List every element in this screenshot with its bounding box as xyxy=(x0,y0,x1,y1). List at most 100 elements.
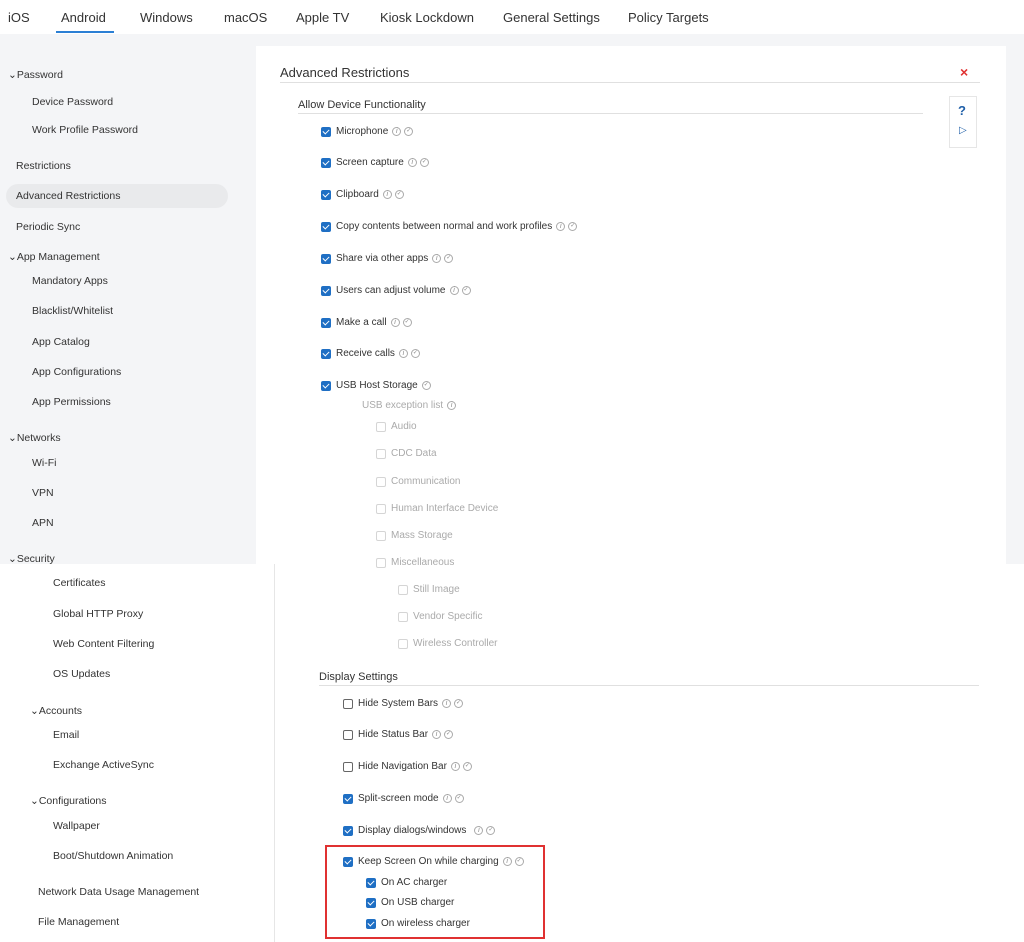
sidebar-item-app-permissions[interactable]: App Permissions xyxy=(32,396,111,408)
usb-option-hid[interactable]: Human Interface Device xyxy=(376,503,498,514)
option-usb-host-storage[interactable]: USB Host Storage ✓ xyxy=(321,380,431,391)
sidebar-item-work-profile-password[interactable]: Work Profile Password xyxy=(32,124,138,136)
option-receive-calls[interactable]: Receive calls i ✓ xyxy=(321,348,420,359)
checkbox-disabled[interactable] xyxy=(376,557,386,568)
sidebar-item-periodic-sync[interactable]: Periodic Sync xyxy=(16,221,80,233)
option-copy-contents[interactable]: Copy contents between normal and work pr… xyxy=(321,221,578,232)
option-hide-navigation-bar[interactable]: Hide Navigation Bar i ✓ xyxy=(343,761,472,772)
sidebar-item-exchange-activesync[interactable]: Exchange ActiveSync xyxy=(53,759,154,771)
sidebar-item-wifi[interactable]: Wi-Fi xyxy=(32,457,57,469)
sidebar-group-password[interactable]: ⌄Password xyxy=(8,69,63,81)
option-display-dialogs-windows[interactable]: Display dialogs/windows i ✓ xyxy=(343,825,496,836)
option-share-via-other-apps[interactable]: Share via other apps i ✓ xyxy=(321,253,454,264)
info-icon[interactable]: i xyxy=(450,762,460,771)
checkbox-checked[interactable] xyxy=(321,189,331,200)
info-icon[interactable]: i xyxy=(398,349,408,358)
info-icon[interactable]: i xyxy=(382,190,392,199)
info-icon[interactable]: i xyxy=(432,254,442,263)
checkbox-checked[interactable] xyxy=(321,380,331,391)
checkbox-checked[interactable] xyxy=(321,348,331,359)
option-make-a-call[interactable]: Make a call i ✓ xyxy=(321,317,412,328)
sidebar-item-global-http-proxy[interactable]: Global HTTP Proxy xyxy=(53,608,143,620)
info-icon[interactable]: i xyxy=(392,127,402,136)
checkbox-disabled[interactable] xyxy=(376,476,386,487)
tab-policy-targets[interactable]: Policy Targets xyxy=(628,10,709,25)
sidebar-item-boot-shutdown-animation[interactable]: Boot/Shutdown Animation xyxy=(53,850,173,862)
sidebar-group-accounts[interactable]: ⌄Accounts xyxy=(30,705,82,717)
sidebar-item-web-content-filtering[interactable]: Web Content Filtering xyxy=(53,638,154,650)
tab-macos[interactable]: macOS xyxy=(224,10,267,25)
sidebar-item-app-configurations[interactable]: App Configurations xyxy=(32,366,121,378)
info-icon[interactable]: i xyxy=(442,699,452,708)
option-hide-status-bar[interactable]: Hide Status Bar i ✓ xyxy=(343,729,454,740)
sidebar-group-configurations[interactable]: ⌄Configurations xyxy=(30,795,107,807)
sidebar-item-mandatory-apps[interactable]: Mandatory Apps xyxy=(32,275,108,287)
sidebar-group-app-management[interactable]: ⌄App Management xyxy=(8,251,100,263)
checkbox-checked[interactable] xyxy=(321,157,331,168)
checkbox-disabled[interactable] xyxy=(398,584,408,595)
option-split-screen-mode[interactable]: Split-screen mode i ✓ xyxy=(343,793,464,804)
sidebar-item-restrictions[interactable]: Restrictions xyxy=(16,160,71,172)
info-icon[interactable]: i xyxy=(432,730,442,739)
info-icon[interactable]: i xyxy=(407,158,417,167)
option-microphone[interactable]: Microphone i ✓ xyxy=(321,126,414,137)
sidebar-item-os-updates[interactable]: OS Updates xyxy=(53,668,110,680)
checkbox-checked[interactable] xyxy=(321,253,331,264)
usb-option-communication[interactable]: Communication xyxy=(376,476,460,487)
info-icon[interactable]: i xyxy=(447,401,457,410)
help-question-icon[interactable]: ? xyxy=(958,103,966,118)
checkbox-checked[interactable] xyxy=(321,126,331,137)
sidebar-item-email[interactable]: Email xyxy=(53,729,79,741)
play-tutorial-icon[interactable]: ▷ xyxy=(959,125,967,136)
checkbox-disabled[interactable] xyxy=(376,503,386,514)
tab-ios[interactable]: iOS xyxy=(8,10,30,25)
usb-option-mass-storage[interactable]: Mass Storage xyxy=(376,530,453,541)
usb-option-miscellaneous[interactable]: Miscellaneous xyxy=(376,557,454,568)
checkbox-unchecked[interactable] xyxy=(343,761,353,772)
info-icon[interactable]: i xyxy=(556,222,566,231)
tab-android[interactable]: Android xyxy=(61,10,106,25)
option-clipboard[interactable]: Clipboard i ✓ xyxy=(321,189,404,200)
sidebar-item-vpn[interactable]: VPN xyxy=(32,487,54,499)
sidebar-item-advanced-restrictions[interactable]: Advanced Restrictions xyxy=(16,190,120,202)
sidebar-item-device-password[interactable]: Device Password xyxy=(32,96,113,108)
close-icon[interactable]: × xyxy=(960,64,968,80)
sidebar-group-security[interactable]: ⌄Security xyxy=(8,553,55,565)
checkbox-checked[interactable] xyxy=(321,317,331,328)
sidebar-item-wallpaper[interactable]: Wallpaper xyxy=(53,820,100,832)
sidebar-item-certificates[interactable]: Certificates xyxy=(53,577,106,589)
checkbox-disabled[interactable] xyxy=(376,530,386,541)
info-icon[interactable]: i xyxy=(390,318,400,327)
sidebar-item-file-management[interactable]: File Management xyxy=(38,916,119,928)
usb-option-still-image[interactable]: Still Image xyxy=(398,584,460,595)
tab-general-settings[interactable]: General Settings xyxy=(503,10,600,25)
option-users-adjust-volume[interactable]: Users can adjust volume i ✓ xyxy=(321,285,471,296)
checkbox-unchecked[interactable] xyxy=(343,729,353,740)
checkbox-unchecked[interactable] xyxy=(343,698,353,709)
info-icon[interactable]: i xyxy=(474,826,484,835)
checkbox-disabled[interactable] xyxy=(398,611,408,622)
checkbox-checked[interactable] xyxy=(321,285,331,296)
info-icon[interactable]: i xyxy=(442,794,452,803)
checkbox-disabled[interactable] xyxy=(398,638,408,649)
usb-option-wireless-controller[interactable]: Wireless Controller xyxy=(398,638,497,649)
tab-kiosk-lockdown[interactable]: Kiosk Lockdown xyxy=(380,10,474,25)
sidebar-item-app-catalog[interactable]: App Catalog xyxy=(32,336,90,348)
checkbox-checked[interactable] xyxy=(343,793,353,804)
option-screen-capture[interactable]: Screen capture i ✓ xyxy=(321,157,429,168)
tab-windows[interactable]: Windows xyxy=(140,10,193,25)
sidebar-item-network-data-usage[interactable]: Network Data Usage Management xyxy=(38,886,199,898)
sidebar-item-blacklist-whitelist[interactable]: Blacklist/Whitelist xyxy=(32,305,113,317)
info-icon[interactable]: i xyxy=(449,286,459,295)
checkbox-checked[interactable] xyxy=(321,221,331,232)
usb-option-audio[interactable]: Audio xyxy=(376,421,417,432)
usb-option-cdc-data[interactable]: CDC Data xyxy=(376,448,437,459)
checkbox-disabled[interactable] xyxy=(376,448,386,459)
sidebar-item-apn[interactable]: APN xyxy=(32,517,54,529)
sidebar-group-networks[interactable]: ⌄Networks xyxy=(8,432,61,444)
tab-apple-tv[interactable]: Apple TV xyxy=(296,10,349,25)
option-hide-system-bars[interactable]: Hide System Bars i ✓ xyxy=(343,698,464,709)
checkbox-disabled[interactable] xyxy=(376,421,386,432)
checkbox-checked[interactable] xyxy=(343,825,353,836)
usb-option-vendor-specific[interactable]: Vendor Specific xyxy=(398,611,483,622)
